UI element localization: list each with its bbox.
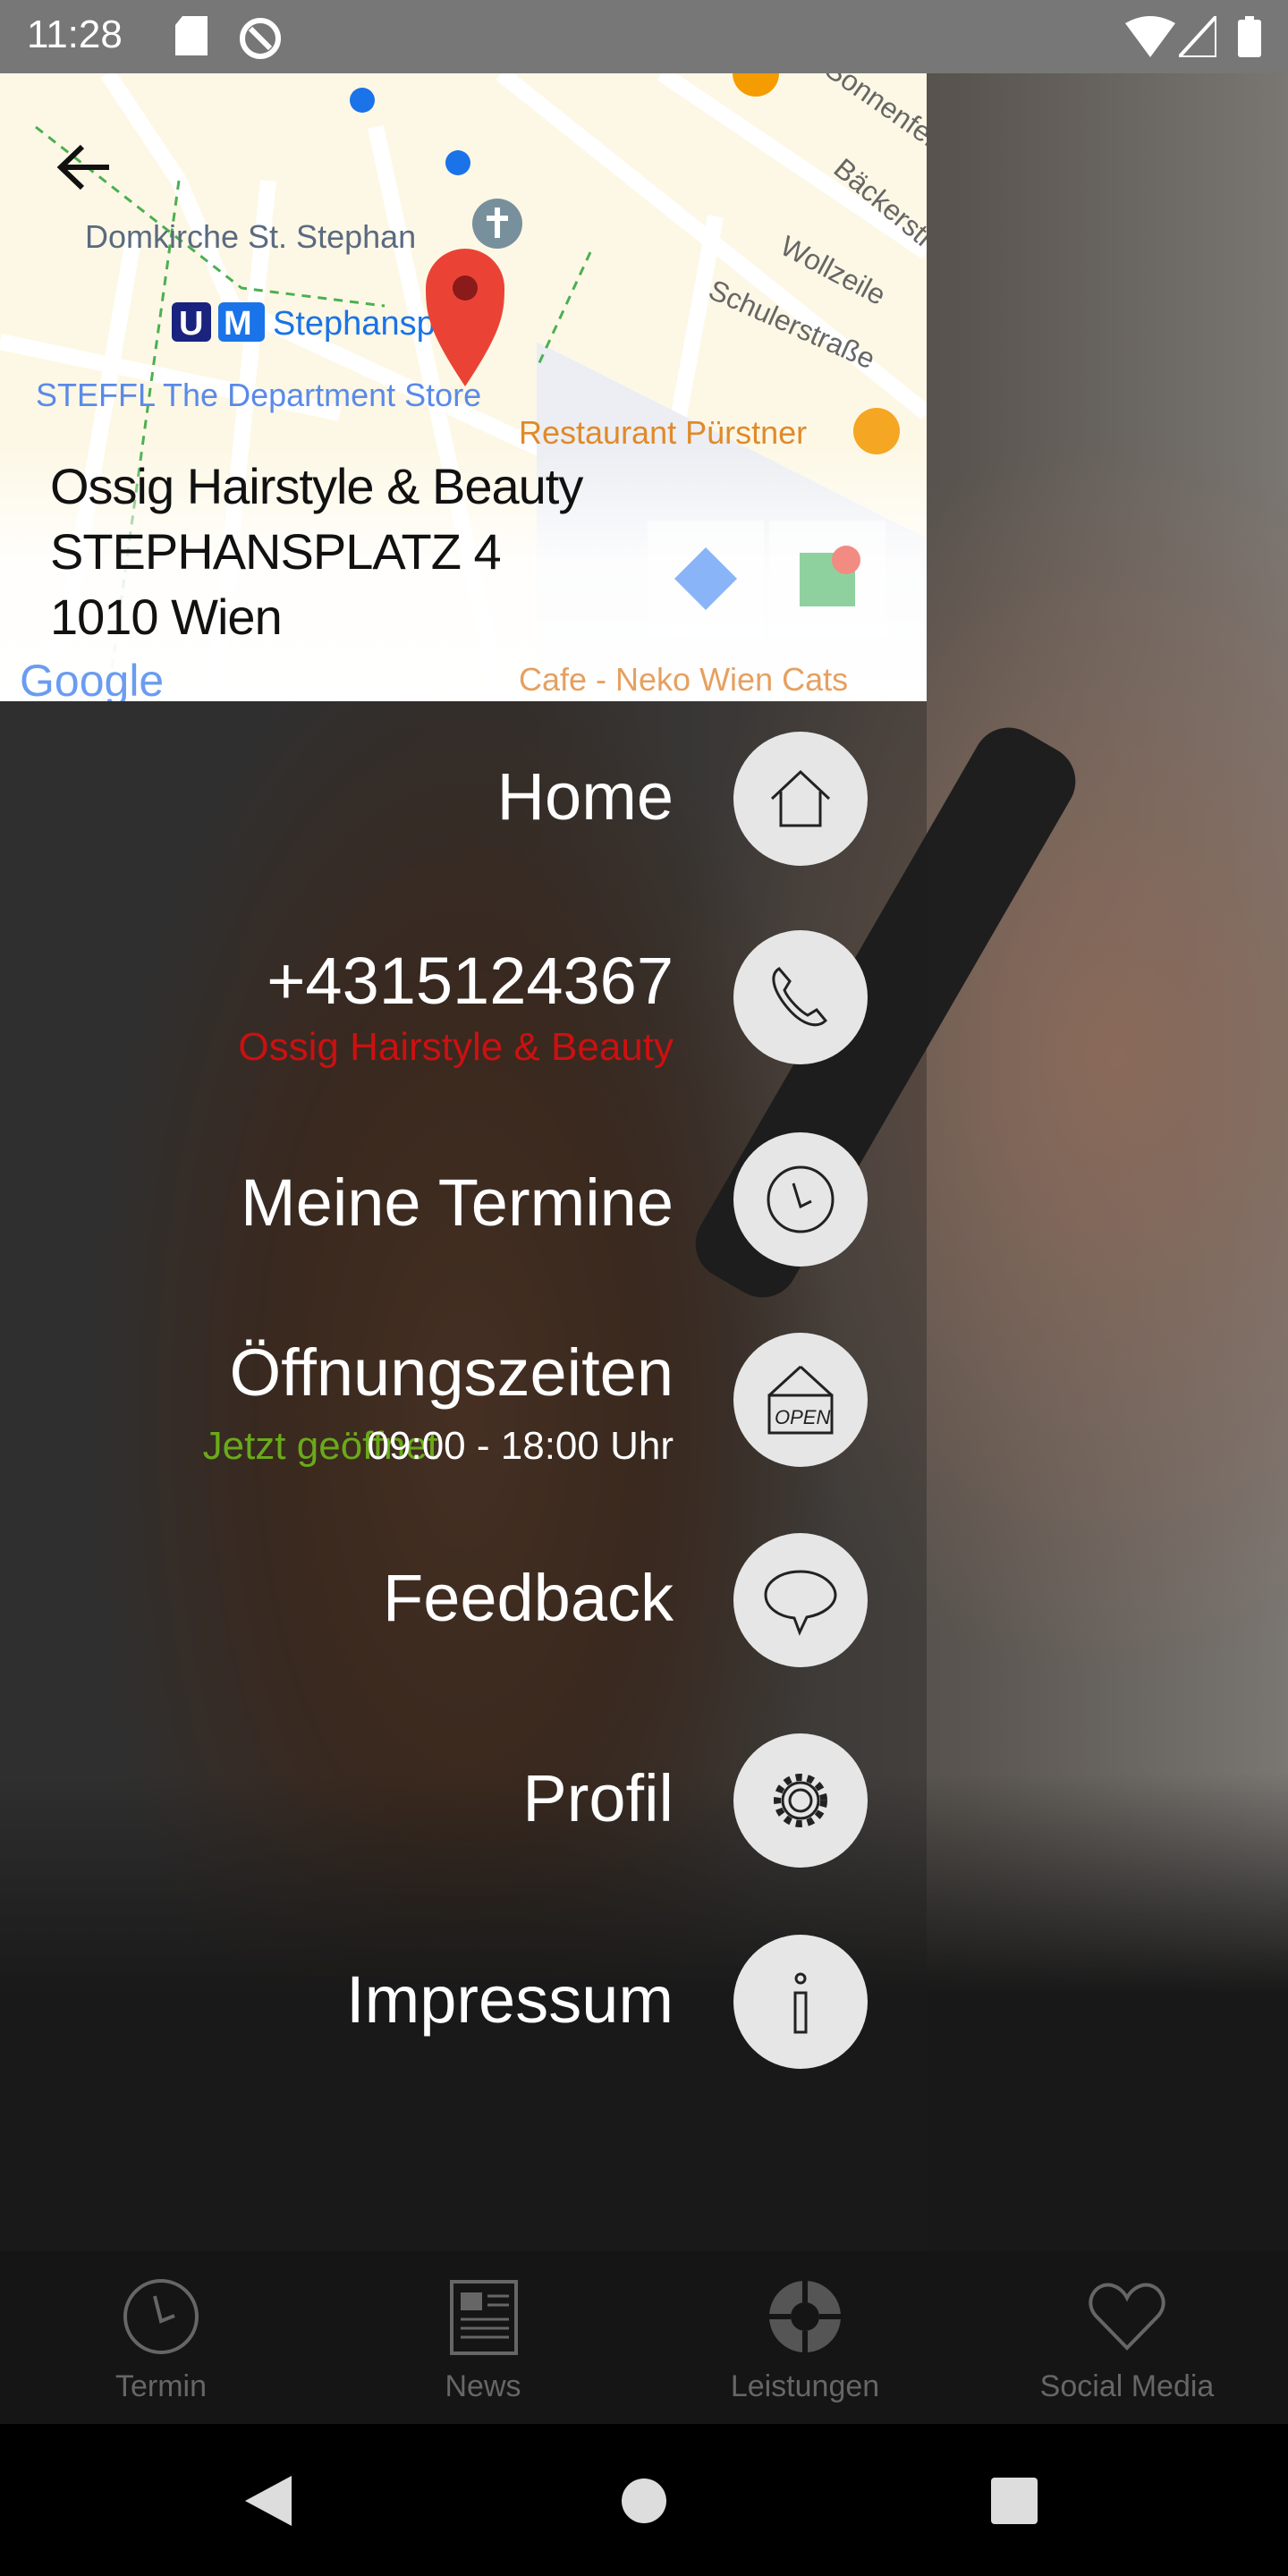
back-button[interactable] [54,136,116,199]
tab-label: Leistungen [730,2369,880,2403]
signal-icon [1179,16,1216,57]
menu-item-feedback[interactable]: Feedback [0,1533,927,1667]
menu-label: Profil [522,1761,674,1835]
map-label: Domkirche St. Stephan [85,218,416,255]
clock-icon [123,2279,199,2354]
menu-item-home[interactable]: Home [0,732,927,866]
speech-bubble-icon [764,1570,837,1636]
phone-number: +4315124367 [267,944,674,1018]
status-bar: 11:28 [0,0,1288,73]
menu-label: Home [496,759,674,834]
map-label: Google [20,656,164,701]
call-button[interactable] [733,930,868,1064]
city: 1010 Wien [50,589,283,645]
tab-label: News [445,2369,521,2403]
battery-icon [1238,16,1261,57]
menu-label: Feedback [383,1561,674,1635]
menu-label: Meine Termine [241,1165,674,1240]
street: STEPHANSPLATZ 4 [50,523,502,580]
profil-button[interactable] [733,1733,868,1868]
impressum-button[interactable] [733,1935,868,2069]
heart-icon [1089,2283,1165,2351]
map-label: Restaurant Pürstner [519,414,807,451]
tab-leistungen[interactable]: Leistungen [644,2251,966,2424]
open-in-maps-button[interactable] [769,521,886,637]
menu-item-profil[interactable]: Profil [0,1733,927,1868]
back-nav-icon[interactable] [243,2474,293,2528]
google-maps-icon [800,546,860,606]
sd-card-icon [175,16,208,55]
tab-label: Social Media [1039,2369,1215,2403]
system-navigation-bar [0,2424,1288,2576]
opening-hours: 09:00 - 18:00 Uhr [367,1424,674,1468]
map-label: STEFFL The Department Store [36,377,481,413]
svg-text:M: M [224,305,252,343]
bottom-navigation: Termin News Leistungen Social Media [0,2251,1288,2424]
sync-icon [240,18,281,59]
business-name: Ossig Hairstyle & Beauty [50,458,583,514]
home-icon [770,769,831,827]
recents-nav-icon[interactable] [991,2478,1038,2524]
menu-item-impressum[interactable]: Impressum [0,1935,927,2069]
wifi-icon [1125,16,1175,57]
termine-button[interactable] [733,1132,868,1267]
newspaper-icon [450,2280,518,2355]
tab-label: Termin [114,2369,208,2403]
svg-text:OPEN: OPEN [775,1406,830,1428]
feedback-button[interactable] [733,1533,868,1667]
menu-item-termine[interactable]: Meine Termine [0,1132,927,1267]
tab-news[interactable]: News [322,2251,644,2424]
menu-item-hours[interactable]: Öffnungszeiten Jetzt geöffnet 09:00 - 18… [0,1333,927,1468]
aperture-icon [769,2281,841,2352]
menu-label: Impressum [346,1962,674,2037]
map-label: Cafe - Neko Wien Cats [519,661,848,698]
home-button[interactable] [733,732,868,866]
svg-text:U: U [179,305,203,343]
info-icon [793,1972,808,2034]
menu-item-phone[interactable]: +4315124367 Ossig Hairstyle & Beauty [0,930,927,1069]
tab-termin[interactable]: Termin [0,2251,322,2424]
map-view[interactable]: Domkirche St. Stephan U M Stephansplatz … [0,73,927,701]
address-block: Ossig Hairstyle & Beauty STEPHANSPLATZ 4… [50,453,583,649]
gear-icon [774,1774,827,1827]
clock-icon [767,1165,835,1233]
home-nav-icon[interactable] [621,2478,667,2524]
tab-social-media[interactable]: Social Media [966,2251,1288,2424]
open-sign-icon: OPEN [767,1365,834,1435]
phone-icon [772,967,828,1027]
directions-icon [674,547,737,610]
arrow-left-icon [56,144,109,191]
directions-button[interactable] [648,521,764,637]
phone-subtitle: Ossig Hairstyle & Beauty [238,1025,674,1069]
status-time: 11:28 [27,13,123,56]
menu-label: Öffnungszeiten [229,1335,674,1410]
hours-button[interactable]: OPEN [733,1333,868,1467]
